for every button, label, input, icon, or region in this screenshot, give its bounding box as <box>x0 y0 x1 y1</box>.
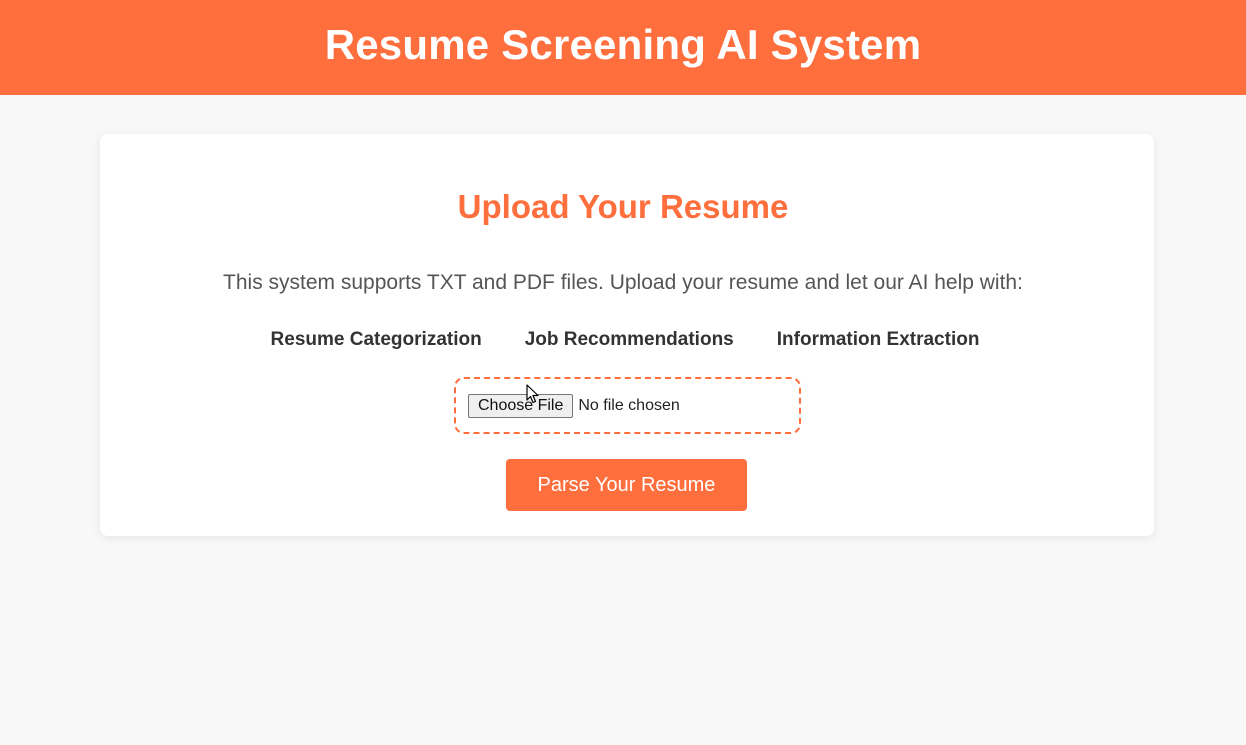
parse-resume-button[interactable]: Parse Your Resume <box>506 459 747 511</box>
feature-job-recommendations: Job Recommendations <box>524 329 734 350</box>
file-upload-area[interactable]: Choose File No file chosen <box>454 377 801 434</box>
page-header: Resume Screening AI System <box>0 0 1246 95</box>
upload-title: Upload Your Resume <box>457 188 789 225</box>
choose-file-button[interactable]: Choose File <box>468 393 574 418</box>
app-title: Resume Screening AI System <box>324 20 922 68</box>
file-status-text: No file chosen <box>578 396 680 414</box>
feature-categorization: Resume Categorization <box>270 329 482 350</box>
feature-information-extraction: Information Extraction <box>776 329 980 350</box>
feature-list: Resume Categorization Job Recommendation… <box>2 329 1246 351</box>
intro-text: This system supports TXT and PDF files. … <box>223 271 1023 294</box>
mouse-pointer-icon <box>526 384 539 404</box>
